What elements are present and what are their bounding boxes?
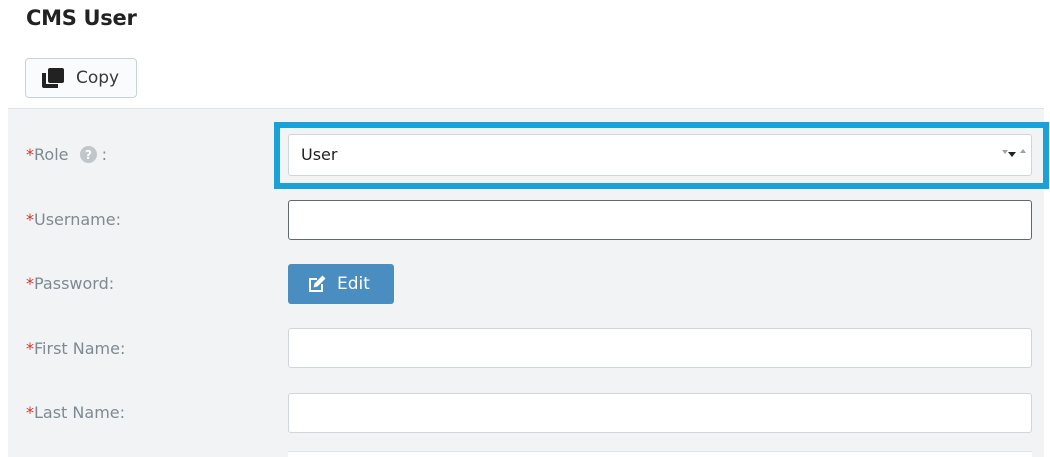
role-select-value: User xyxy=(301,145,338,164)
first-name-label: *First Name: xyxy=(26,339,125,358)
role-select[interactable]: User xyxy=(288,134,1032,176)
username-label-text: Username: xyxy=(34,210,121,229)
edit-button-label: Edit xyxy=(337,274,370,294)
last-name-label: *Last Name: xyxy=(26,403,125,422)
copy-button-label: Copy xyxy=(76,68,120,88)
next-field-partial xyxy=(288,451,1032,457)
required-marker: * xyxy=(26,403,34,422)
copy-icon xyxy=(42,68,64,88)
password-edit-button[interactable]: Edit xyxy=(288,264,394,304)
password-label: *Password: xyxy=(26,274,114,293)
password-label-text: Password: xyxy=(34,274,115,293)
role-label-suffix: : xyxy=(101,145,108,164)
dropdown-arrows-icon xyxy=(1002,149,1026,157)
copy-button[interactable]: Copy xyxy=(25,58,137,98)
required-marker: * xyxy=(26,145,34,164)
username-input[interactable] xyxy=(288,200,1032,240)
required-marker: * xyxy=(26,210,34,229)
svg-text:?: ? xyxy=(85,148,92,162)
cms-user-page: CMS User Copy *Role ? : User *Username: … xyxy=(0,0,1050,457)
required-marker: * xyxy=(26,339,34,358)
first-name-label-text: First Name: xyxy=(34,339,126,358)
required-marker: * xyxy=(26,274,34,293)
last-name-input[interactable] xyxy=(288,393,1032,433)
page-title: CMS User xyxy=(26,6,137,30)
last-name-label-text: Last Name: xyxy=(34,403,126,422)
username-label: *Username: xyxy=(26,210,121,229)
first-name-input[interactable] xyxy=(288,328,1032,368)
edit-pencil-icon xyxy=(309,275,326,292)
role-label: *Role ? : xyxy=(26,145,107,164)
role-label-text: Role xyxy=(34,145,69,164)
help-icon[interactable]: ? xyxy=(79,146,97,163)
